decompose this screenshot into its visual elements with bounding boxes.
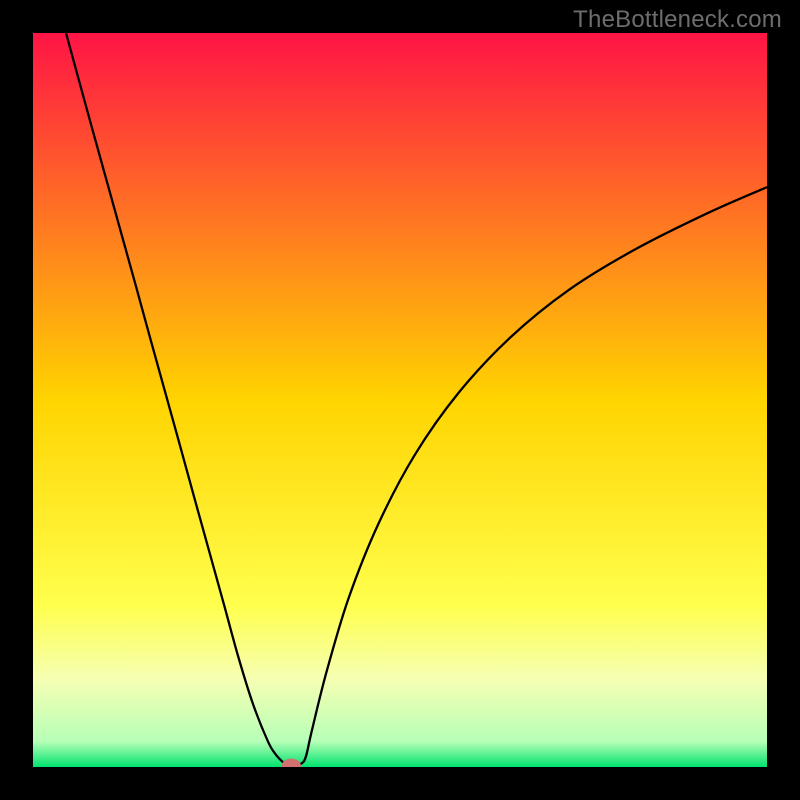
watermark-text: TheBottleneck.com [573,6,782,34]
plot-area [33,33,767,767]
gradient-background [33,33,767,767]
chart-frame: TheBottleneck.com [0,0,800,800]
bottleneck-chart [33,33,767,767]
